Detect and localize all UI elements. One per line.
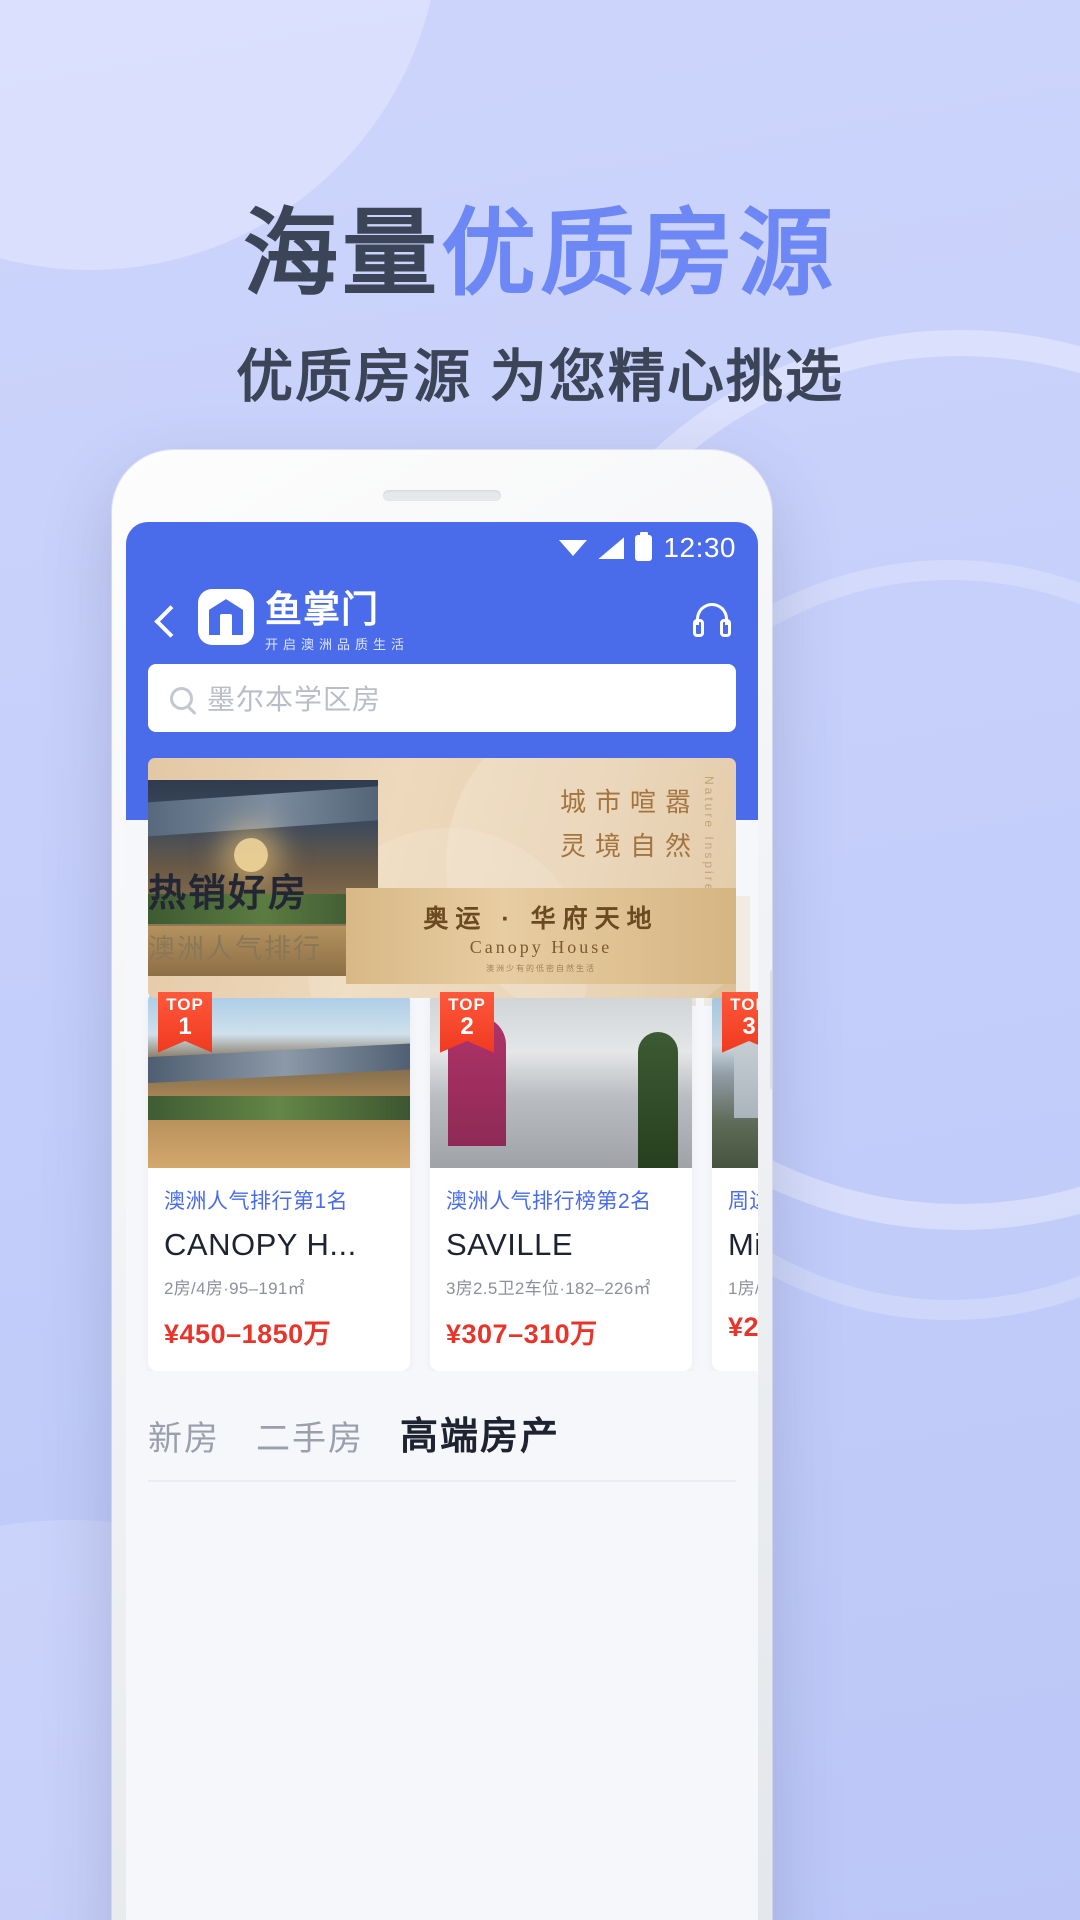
hero-title: 海量优质房源 <box>0 204 1080 305</box>
listing-name: SAVILLE <box>446 1227 574 1262</box>
phone-mockup: 12:30 鱼掌门 开启澳洲品质生活 墨尔本学区房 Nature Inspire… <box>112 450 772 1920</box>
listing-spec: 2房/4房·95–191㎡ <box>164 1279 305 1298</box>
hero-text-block: 海量优质房源 优质房源 为您精心挑选 <box>0 204 1080 413</box>
hero-title-accent: 优质房源 <box>441 201 838 307</box>
listing-card[interactable]: TOP 3 周边幽 Mid 1房/3房 ¥285 <box>712 992 758 1371</box>
phone-side-button <box>770 970 772 1090</box>
hero-subtitle: 优质房源 为您精心挑选 <box>236 344 844 409</box>
search-section: 墨尔本学区房 <box>126 658 758 758</box>
hot-section-subtitle: 澳洲人气排行 <box>148 934 322 964</box>
badge-label: TOP <box>448 995 486 1014</box>
headset-icon[interactable] <box>688 597 736 645</box>
listing-spec: 1房/3房 <box>728 1279 758 1298</box>
listing-card[interactable]: TOP 1 澳洲人气排行第1名 CANOPY H... 2房/4房·95–191… <box>148 992 410 1371</box>
listing-price: ¥450–1850万 <box>164 1319 332 1349</box>
category-tabs[interactable]: 新房 二手房 高端房产 <box>126 1405 758 1480</box>
tab-resale-homes[interactable]: 二手房 <box>256 1411 364 1460</box>
hero-title-dark: 海量 <box>242 201 441 307</box>
tabs-divider <box>148 1480 736 1482</box>
phone-speaker-slot <box>383 490 501 501</box>
signal-icon <box>598 537 625 559</box>
battery-icon <box>635 535 653 561</box>
banner-headline: 城市喧嚣 灵境自然 <box>560 780 700 868</box>
phone-screen: 12:30 鱼掌门 开启澳洲品质生活 墨尔本学区房 Nature Inspire… <box>126 522 758 1920</box>
hot-listings-section: 1 2 3 热销好房 澳洲人气排行 TOP 1 澳洲人气排行第1名 CA <box>126 820 758 1482</box>
status-bar-time: 12:30 <box>663 532 736 563</box>
banner-area: Nature Inspired 城市喧嚣 灵境自然 奥运 · 华府天地 Cano… <box>126 758 758 1092</box>
status-bar: 12:30 <box>126 522 758 574</box>
back-chevron-icon[interactable] <box>148 604 182 638</box>
brand-slogan: 开启澳洲品质生活 <box>265 636 410 652</box>
brand-name: 鱼掌门 <box>265 589 379 631</box>
house-logo-icon <box>198 589 254 646</box>
listing-card[interactable]: TOP 2 澳洲人气排行榜第2名 SAVILLE 3房2.5卫2车位·182–2… <box>430 992 692 1371</box>
brand-logo[interactable]: 鱼掌门 开启澳洲品质生活 <box>198 589 409 653</box>
badge-rank: 3 <box>742 1013 756 1040</box>
tab-luxury-homes[interactable]: 高端房产 <box>400 1405 560 1460</box>
hot-section-title: 热销好房 <box>148 873 309 915</box>
listing-name: Mid <box>728 1227 758 1262</box>
listing-price: ¥307–310万 <box>446 1319 598 1349</box>
listing-rank-text: 周边幽 <box>728 1190 758 1213</box>
search-placeholder: 墨尔本学区房 <box>207 684 382 715</box>
banner-headline-line1: 城市喧嚣 <box>559 787 700 817</box>
listing-spec: 3房2.5卫2车位·182–226㎡ <box>446 1279 651 1298</box>
badge-label: TOP <box>730 995 758 1014</box>
listing-name: CANOPY H... <box>164 1227 357 1262</box>
badge-rank: 1 <box>178 1013 192 1040</box>
listing-rank-text: 澳洲人气排行榜第2名 <box>446 1190 652 1213</box>
app-header: 鱼掌门 开启澳洲品质生活 <box>126 574 758 658</box>
wifi-icon <box>559 538 588 558</box>
listing-card-carousel[interactable]: TOP 1 澳洲人气排行第1名 CANOPY H... 2房/4房·95–191… <box>126 992 758 1371</box>
tab-new-homes[interactable]: 新房 <box>148 1411 220 1460</box>
listing-rank-text: 澳洲人气排行第1名 <box>164 1190 349 1213</box>
listing-price: ¥285 <box>728 1312 758 1342</box>
search-icon <box>170 686 193 710</box>
search-input[interactable]: 墨尔本学区房 <box>148 664 736 732</box>
badge-label: TOP <box>166 995 204 1014</box>
badge-rank: 2 <box>460 1013 474 1040</box>
